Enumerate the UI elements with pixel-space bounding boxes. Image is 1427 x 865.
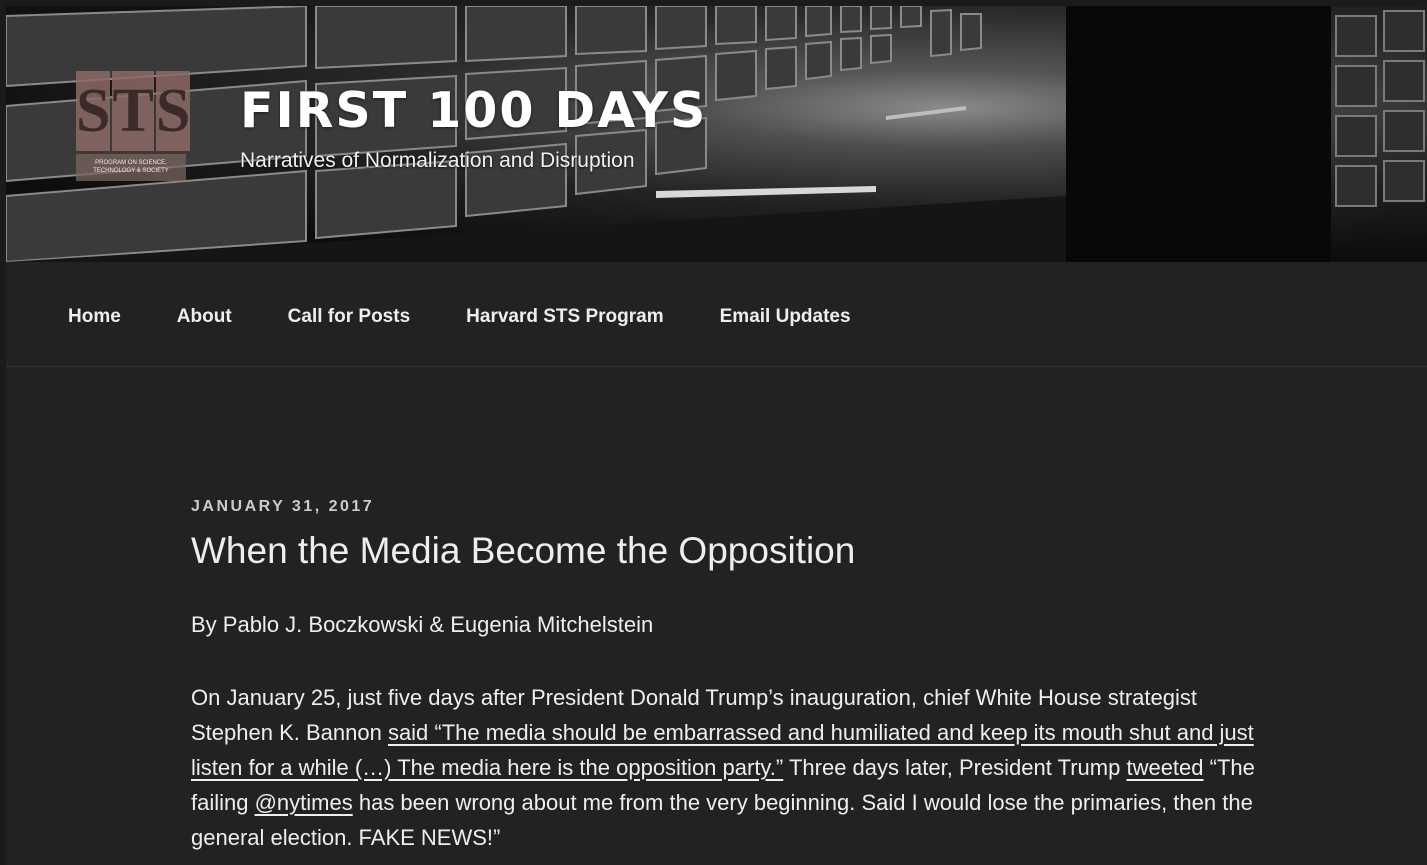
nav-link-about[interactable]: About xyxy=(177,306,232,327)
post-article: JANUARY 31, 2017 When the Media Become t… xyxy=(191,498,1291,855)
sts-logo-caption: PROGRAM ON SCIENCE, TECHNOLOGY & SOCIETY xyxy=(76,154,186,181)
logo-letter: S xyxy=(155,71,191,151)
post-title: When the Media Become the Opposition xyxy=(191,530,856,571)
tweeted-link[interactable]: tweeted xyxy=(1126,755,1203,780)
sts-logo[interactable]: S T S PROGRAM ON SCIENCE, TECHNOLOGY & S… xyxy=(76,71,191,181)
nytimes-link[interactable]: @nytimes xyxy=(255,790,353,815)
sts-logo-mark: S T S xyxy=(76,71,191,151)
post-date[interactable]: JANUARY 31, 2017 xyxy=(191,498,1291,516)
paragraph-text: Three days later, President Trump xyxy=(783,755,1127,780)
post-paragraph: On January 25, just five days after Pres… xyxy=(191,680,1281,855)
logo-letter: T xyxy=(112,71,154,151)
post-byline: By Pablo J. Boczkowski & Eugenia Mitchel… xyxy=(191,612,654,637)
nav-link-email-updates[interactable]: Email Updates xyxy=(720,306,851,327)
logo-letter: S xyxy=(76,71,111,151)
nav-item-email-updates: Email Updates xyxy=(720,306,851,328)
subway-tunnel-photo xyxy=(6,6,1425,262)
main-navigation: Home About Call for Posts Harvard STS Pr… xyxy=(6,262,1427,367)
post-date-link[interactable]: JANUARY 31, 2017 xyxy=(191,498,374,515)
nav-item-about: About xyxy=(177,306,232,328)
logo-caption-line: PROGRAM ON SCIENCE, xyxy=(95,160,167,166)
nav-link-call-for-posts[interactable]: Call for Posts xyxy=(288,306,410,327)
page: S T S PROGRAM ON SCIENCE, TECHNOLOGY & S… xyxy=(6,6,1427,865)
nav-link-home[interactable]: Home xyxy=(68,306,121,327)
nav-link-harvard-sts-program[interactable]: Harvard STS Program xyxy=(466,306,663,327)
site-tagline: Narratives of Normalization and Disrupti… xyxy=(240,149,635,172)
nav-menu: Home About Call for Posts Harvard STS Pr… xyxy=(68,306,907,328)
nav-item-harvard-sts: Harvard STS Program xyxy=(466,306,663,328)
site-title[interactable]: FIRST 100 DAYS xyxy=(240,82,707,139)
nav-item-call-for-posts: Call for Posts xyxy=(288,306,410,328)
nav-item-home: Home xyxy=(68,306,121,328)
site-header-banner: S T S PROGRAM ON SCIENCE, TECHNOLOGY & S… xyxy=(6,6,1427,262)
logo-caption-line: TECHNOLOGY & SOCIETY xyxy=(93,168,169,174)
